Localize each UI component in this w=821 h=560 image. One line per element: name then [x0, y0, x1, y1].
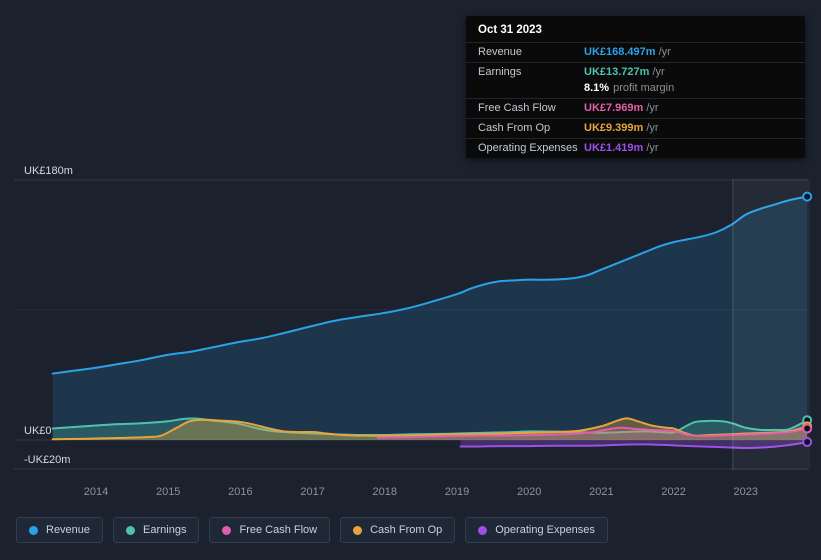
tooltip-value: UK£7.969m/yr — [584, 102, 659, 114]
tooltip-row-revenue: Revenue UK£168.497m/yr — [466, 42, 805, 62]
free-cash-flow-series-dot-icon — [222, 525, 232, 535]
legend-label: Revenue — [46, 524, 91, 536]
tooltip-label: Operating Expenses — [478, 142, 578, 154]
tooltip-label: Free Cash Flow — [478, 102, 556, 114]
cash-from-op-series-dot-icon — [353, 525, 363, 535]
tooltip-date: Oct 31 2023 — [478, 24, 542, 36]
legend-label: Earnings — [143, 524, 187, 536]
tooltip-label: Revenue — [478, 46, 523, 58]
tooltip-value: UK£168.497m/yr — [584, 46, 671, 58]
x-axis-label: 2016 — [228, 486, 252, 498]
free-cash-flow-endpoint-marker — [802, 423, 813, 434]
highlight-band — [732, 179, 810, 470]
legend-label: Operating Expenses — [495, 524, 595, 536]
tooltip-label: Earnings — [478, 66, 522, 78]
tooltip-row-earnings: Earnings UK£13.727m/yr — [466, 62, 805, 82]
tooltip-row-cash-from-op: Cash From Op UK£9.399m/yr — [466, 118, 805, 138]
x-axis-label: 2021 — [589, 486, 613, 498]
x-axis-label: 2019 — [445, 486, 469, 498]
earnings-series-dot-icon — [126, 525, 136, 535]
x-axis-label: 2014 — [84, 486, 108, 498]
y-axis-label: UK£180m — [24, 165, 73, 177]
revenue-series-dot-icon — [29, 525, 38, 535]
x-axis-label: 2018 — [373, 486, 397, 498]
legend-item-free-cash-flow[interactable]: Free Cash Flow — [209, 517, 331, 543]
legend-label: Cash From Op — [370, 524, 443, 536]
legend-item-revenue[interactable]: Revenue — [16, 517, 104, 543]
tooltip-row-profit-margin: 8.1% profit margin — [466, 82, 805, 98]
y-axis-label: UK£0 — [24, 425, 52, 437]
operating-expenses-series-dot-icon — [478, 525, 488, 535]
x-axis-label: 2017 — [300, 486, 324, 498]
revenue-area — [52, 196, 808, 440]
legend-label: Free Cash Flow — [239, 524, 318, 536]
legend-item-cash-from-op[interactable]: Cash From Op — [340, 517, 456, 543]
tooltip-value: UK£13.727m/yr — [584, 66, 665, 78]
x-axis-label: 2023 — [734, 486, 758, 498]
x-axis-label: 2015 — [156, 486, 180, 498]
tooltip-value: UK£9.399m/yr — [584, 122, 659, 134]
chart-tooltip: Oct 31 2023 Revenue UK£168.497m/yr Earni… — [466, 16, 805, 158]
tooltip-value: 8.1% profit margin — [584, 82, 675, 94]
operating-expenses-endpoint-marker — [802, 437, 813, 448]
legend-item-earnings[interactable]: Earnings — [113, 517, 200, 543]
tooltip-value: UK£1.419m/yr — [584, 142, 659, 154]
x-axis-label: 2020 — [517, 486, 541, 498]
tooltip-row-free-cash-flow: Free Cash Flow UK£7.969m/yr — [466, 98, 805, 118]
legend-item-operating-expenses[interactable]: Operating Expenses — [465, 517, 608, 543]
chart-legend: Revenue Earnings Free Cash Flow Cash Fro… — [16, 517, 608, 543]
y-axis-label: -UK£20m — [24, 454, 70, 466]
x-axis-label: 2022 — [661, 486, 685, 498]
tooltip-label: Cash From Op — [478, 122, 551, 134]
tooltip-row-operating-expenses: Operating Expenses UK£1.419m/yr — [466, 138, 805, 158]
revenue-endpoint-marker — [802, 191, 813, 202]
